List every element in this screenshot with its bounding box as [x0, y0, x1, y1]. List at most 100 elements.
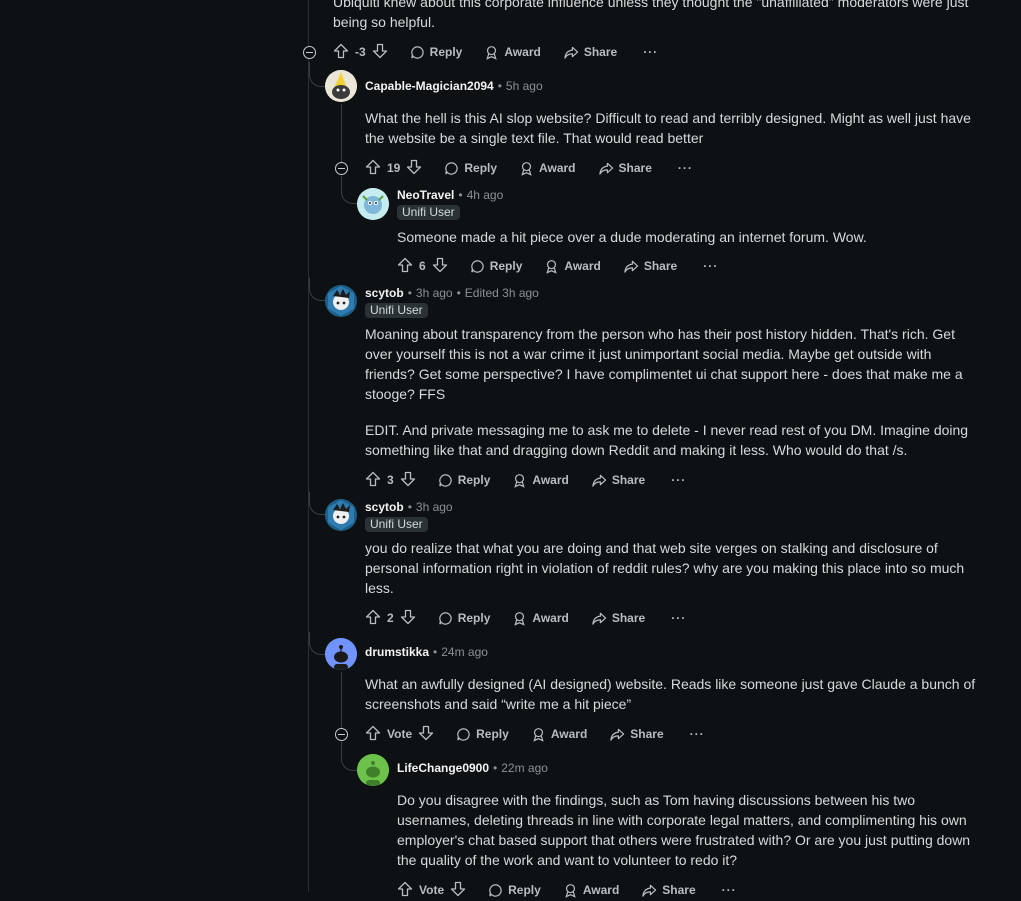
score: 6 [419, 259, 426, 273]
username[interactable]: LifeChange0900 [397, 761, 489, 775]
share-button[interactable]: Share [591, 473, 645, 488]
comment-text: What an awfully designed (AI designed) w… [365, 676, 976, 712]
reply-icon [410, 45, 424, 59]
score: 19 [387, 161, 401, 175]
award-button[interactable]: Award [512, 473, 569, 488]
timestamp: 5h ago [505, 79, 543, 93]
more-options-button[interactable]: ··· [671, 473, 686, 487]
timestamp: 3h ago [415, 286, 453, 300]
comment-meta: scytob • 3h ago [365, 500, 453, 514]
upvote-icon[interactable] [397, 881, 413, 900]
share-button[interactable]: Share [591, 611, 645, 626]
share-icon [598, 162, 613, 175]
reply-button[interactable]: Reply [438, 611, 490, 626]
score: 2 [387, 611, 394, 625]
reply-icon [457, 727, 470, 741]
comment-meta: LifeChange0900 • 22m ago [397, 761, 548, 775]
upvote-icon[interactable] [333, 43, 349, 62]
more-options-button[interactable]: ··· [643, 45, 658, 59]
share-icon [564, 46, 578, 59]
username[interactable]: NeoTravel [397, 188, 454, 202]
award-button[interactable]: Award [544, 259, 601, 274]
award-icon [521, 161, 532, 176]
user-flair: Unifi User [365, 517, 428, 532]
award-button[interactable]: Award [519, 161, 576, 176]
award-button[interactable]: Award [484, 45, 541, 60]
award-icon [533, 727, 544, 742]
reply-icon [438, 611, 452, 625]
downvote-icon[interactable] [418, 725, 434, 744]
award-button[interactable]: Award [563, 883, 619, 898]
award-icon [486, 45, 498, 60]
avatar[interactable] [357, 188, 389, 220]
share-icon [592, 474, 607, 487]
reply-button[interactable]: Reply [470, 259, 522, 274]
avatar[interactable] [325, 499, 357, 531]
share-icon [592, 612, 607, 625]
more-options-button[interactable]: ··· [678, 161, 693, 175]
upvote-icon[interactable] [365, 609, 381, 628]
award-button[interactable]: Award [531, 727, 587, 742]
edited-label: Edited 3h ago [464, 286, 539, 300]
downvote-icon[interactable] [400, 471, 416, 490]
top-comment-actions: -3 Reply Award Share ··· [333, 41, 658, 63]
comment-text: you do realize that what you are doing a… [365, 540, 965, 596]
comment-text: Someone made a hit piece over a dude mod… [397, 229, 867, 245]
reply-button[interactable]: Reply [456, 727, 509, 742]
reply-icon [438, 473, 452, 487]
avatar[interactable] [325, 638, 357, 670]
more-options-button[interactable]: ··· [671, 611, 686, 625]
avatar[interactable] [325, 70, 357, 102]
collapse-thread-button[interactable] [303, 46, 316, 59]
comment-actions: Vote Reply Award Share ··· [365, 723, 705, 745]
comment-text: Do you disagree with the findings, such … [397, 792, 971, 868]
upvote-icon[interactable] [365, 471, 381, 490]
reply-button[interactable]: Reply [444, 161, 497, 176]
reply-button[interactable]: Reply [410, 45, 462, 60]
score: Vote [419, 883, 445, 897]
username[interactable]: drumstikka [365, 645, 429, 659]
timestamp: 4h ago [466, 188, 504, 202]
downvote-icon[interactable] [406, 159, 422, 178]
comment-actions: Vote Reply Award Share ··· [397, 879, 737, 901]
reply-button[interactable]: Reply [488, 883, 541, 898]
score: Vote [387, 727, 413, 741]
downvote-icon[interactable] [400, 609, 416, 628]
comment-paragraph: EDIT. And private messaging me to ask me… [365, 422, 969, 458]
collapse-thread-button[interactable] [335, 728, 348, 741]
comment-actions: 6 Reply Award Share ··· [397, 255, 718, 277]
downvote-icon[interactable] [372, 43, 388, 62]
timestamp: 24m ago [441, 645, 488, 659]
award-icon [546, 259, 558, 274]
share-icon [610, 728, 625, 741]
share-icon [624, 260, 639, 273]
share-button[interactable]: Share [609, 727, 664, 742]
more-options-button[interactable]: ··· [690, 727, 705, 741]
downvote-icon[interactable] [432, 257, 448, 276]
avatar[interactable] [357, 754, 389, 786]
share-button[interactable]: Share [563, 45, 617, 60]
comment-actions: 2 Reply Award Share ··· [365, 607, 686, 629]
comment-paragraph: Moaning about transparency from the pers… [365, 326, 963, 402]
username[interactable]: Capable-Magician2094 [365, 79, 494, 93]
reply-button[interactable]: Reply [438, 473, 490, 488]
collapse-thread-button[interactable] [335, 162, 348, 175]
upvote-icon[interactable] [365, 159, 381, 178]
username[interactable]: scytob [365, 286, 404, 300]
comment-meta: NeoTravel • 4h ago [397, 188, 504, 202]
score: 3 [387, 473, 394, 487]
upvote-icon[interactable] [365, 725, 381, 744]
share-button[interactable]: Share [598, 161, 652, 176]
share-button[interactable]: Share [623, 259, 677, 274]
avatar[interactable] [325, 285, 357, 317]
comment-actions: 19 Reply Award Share ··· [365, 157, 693, 179]
downvote-icon[interactable] [450, 881, 466, 900]
award-button[interactable]: Award [512, 611, 569, 626]
award-icon [565, 883, 576, 898]
more-options-button[interactable]: ··· [703, 259, 718, 273]
username[interactable]: scytob [365, 500, 404, 514]
more-options-button[interactable]: ··· [722, 883, 737, 897]
comment-meta: drumstikka • 24m ago [365, 645, 488, 659]
share-button[interactable]: Share [641, 883, 696, 898]
upvote-icon[interactable] [397, 257, 413, 276]
